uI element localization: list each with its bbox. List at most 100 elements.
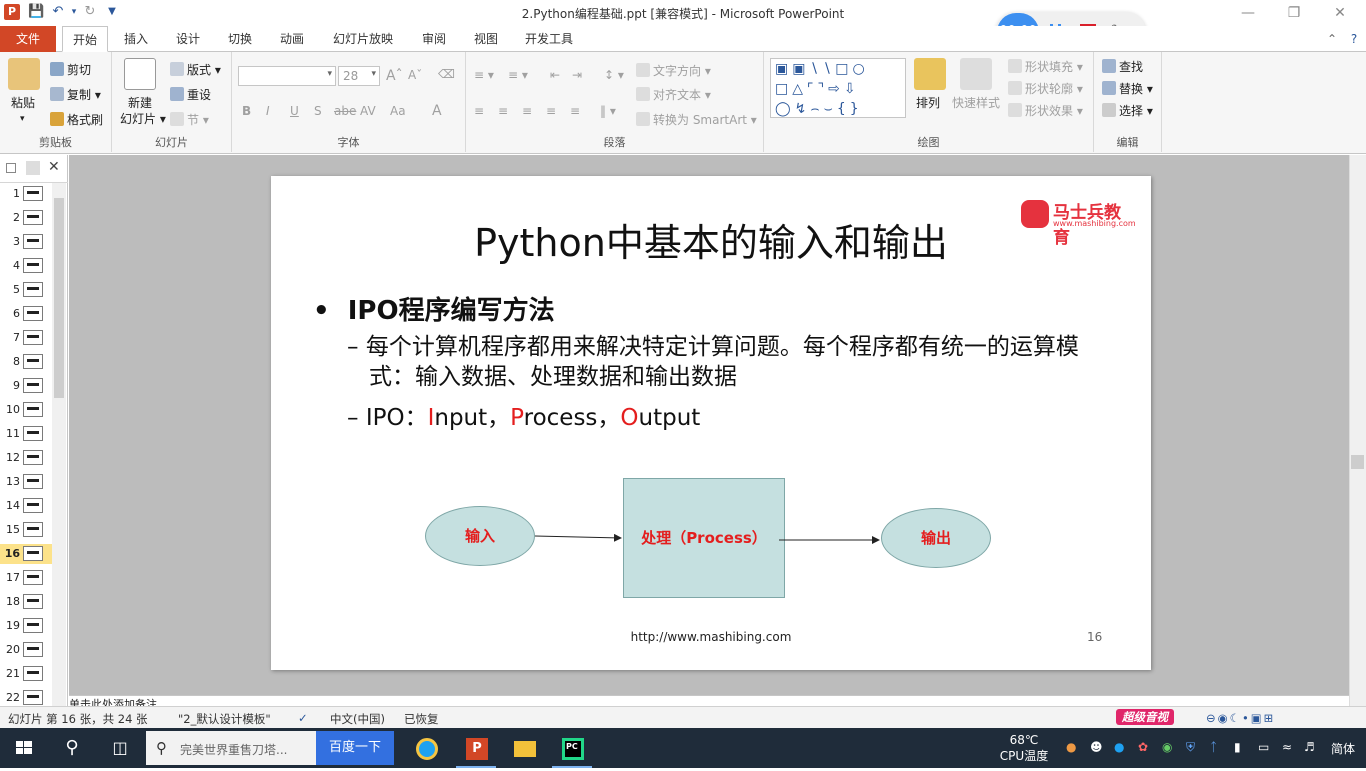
clear-formatting-icon[interactable]: ⌫: [438, 67, 455, 81]
tray-people-icon[interactable]: ☻: [1090, 740, 1104, 754]
arrange-icon[interactable]: [914, 58, 946, 90]
search-icon[interactable]: ⚲: [52, 732, 92, 768]
tab-design[interactable]: 设计: [166, 26, 210, 52]
columns-icon[interactable]: ‖ ▾: [600, 104, 616, 118]
line-spacing-icon[interactable]: ↕ ▾: [604, 68, 624, 82]
theme-status[interactable]: "2_默认设计模板": [178, 711, 271, 727]
pycharm-icon[interactable]: PC: [552, 732, 592, 768]
slide-thumbnail[interactable]: 7: [0, 328, 52, 348]
browser-app-icon[interactable]: [406, 732, 446, 768]
close-button[interactable]: ✕: [1320, 3, 1360, 23]
tab-transitions[interactable]: 切换: [218, 26, 262, 52]
slide-thumbnail[interactable]: 11: [0, 424, 52, 444]
slide-thumbnail[interactable]: 21: [0, 664, 52, 684]
file-explorer-icon[interactable]: [504, 732, 544, 768]
shape-fill-button[interactable]: 形状填充 ▾: [1008, 58, 1083, 75]
outline-tab-icon[interactable]: [26, 161, 40, 175]
new-slide-icon[interactable]: [124, 58, 156, 90]
slide-thumbnail[interactable]: 10: [0, 400, 52, 420]
notes-pane[interactable]: 单击此处添加备注: [69, 695, 1349, 706]
paste-button[interactable]: 粘贴: [11, 94, 35, 111]
slide-thumbnail[interactable]: 19: [0, 616, 52, 636]
reset-button[interactable]: 重设: [170, 86, 211, 103]
slide-thumbnail[interactable]: 6: [0, 304, 52, 324]
text-direction-button[interactable]: 文字方向 ▾: [636, 62, 711, 79]
slide[interactable]: Python中基本的输入和输出 马士兵教育 www.mashibing.com …: [271, 176, 1151, 670]
select-button[interactable]: 选择 ▾: [1102, 102, 1153, 119]
close-pane-icon[interactable]: ✕: [48, 159, 60, 175]
security-shield-icon[interactable]: ⛨: [1186, 740, 1200, 754]
decrease-indent-icon[interactable]: ⇤: [550, 68, 560, 82]
slide-thumbnail[interactable]: 2: [0, 208, 52, 228]
input-method-indicator[interactable]: 简体: [1331, 740, 1355, 757]
thumbnail-scrollbar[interactable]: [52, 183, 66, 706]
cut-button[interactable]: 剪切: [50, 61, 91, 78]
align-right-icon[interactable]: ≡: [522, 104, 532, 118]
language-status[interactable]: 中文(中国): [330, 711, 385, 727]
tab-insert[interactable]: 插入: [114, 26, 158, 52]
distribute-icon[interactable]: ≡: [570, 104, 580, 118]
font-family-select[interactable]: ▾: [238, 66, 336, 86]
volume-icon[interactable]: ♬: [1304, 740, 1318, 754]
canvas-scrollbar-thumb[interactable]: [1351, 455, 1364, 469]
slide-thumbnail[interactable]: 12: [0, 448, 52, 468]
promo-badge[interactable]: 超级音视: [1116, 709, 1174, 725]
tray-app-icon-2[interactable]: ●: [1114, 740, 1128, 754]
shapes-gallery[interactable]: ▣▣∖∖□○ □△⌜⌝⇨⇩ ◯↯⌢⌣{}: [770, 58, 906, 118]
slide-thumbnail[interactable]: 3: [0, 232, 52, 252]
bold-button[interactable]: B: [242, 104, 251, 118]
tab-file[interactable]: 文件: [0, 26, 56, 52]
thumbnail-scrollbar-thumb[interactable]: [54, 198, 64, 398]
new-slide-dropdown[interactable]: 幻灯片 ▾: [120, 110, 166, 127]
tray-app-icon-3[interactable]: ✿: [1138, 740, 1152, 754]
bullets-icon[interactable]: ≡ ▾: [474, 68, 494, 82]
shrink-font-icon[interactable]: Aˇ: [408, 68, 422, 82]
slide-thumbnail[interactable]: 8: [0, 352, 52, 372]
quick-styles-button[interactable]: 快速样式: [952, 94, 1000, 111]
battery-icon[interactable]: ▭: [1258, 740, 1272, 754]
bluetooth-icon[interactable]: ᛏ: [1210, 740, 1224, 754]
wifi-icon[interactable]: ≈: [1282, 740, 1296, 754]
slide-thumbnail[interactable]: 18: [0, 592, 52, 612]
format-painter-button[interactable]: 格式刷: [50, 111, 103, 128]
microphone-icon[interactable]: ▮: [1234, 740, 1248, 754]
taskbar-search-box[interactable]: ⚲ 完美世界重售刀塔...: [146, 731, 316, 765]
strikethrough-button[interactable]: abe: [334, 104, 356, 118]
paste-icon[interactable]: [8, 58, 40, 90]
tab-animations[interactable]: 动画: [270, 26, 314, 52]
replace-button[interactable]: 替换 ▾: [1102, 80, 1153, 97]
shape-outline-button[interactable]: 形状轮廓 ▾: [1008, 80, 1083, 97]
character-spacing-button[interactable]: AV: [360, 104, 376, 118]
align-left-icon[interactable]: ≡: [474, 104, 484, 118]
tab-developer[interactable]: 开发工具: [516, 26, 582, 52]
find-button[interactable]: 查找: [1102, 58, 1143, 75]
tab-review[interactable]: 审阅: [412, 26, 456, 52]
paste-dropdown-icon[interactable]: ▾: [20, 114, 25, 124]
italic-button[interactable]: I: [266, 104, 270, 118]
slide-thumbnail[interactable]: 20: [0, 640, 52, 660]
tab-home[interactable]: 开始: [62, 26, 108, 52]
justify-icon[interactable]: ≡: [546, 104, 556, 118]
underline-button[interactable]: U: [290, 104, 299, 118]
task-view-icon[interactable]: ◫: [100, 732, 140, 768]
section-button[interactable]: 节 ▾: [170, 111, 209, 128]
slide-thumbnail[interactable]: 13: [0, 472, 52, 492]
tray-app-icon-1[interactable]: ●: [1066, 740, 1080, 754]
tab-view[interactable]: 视图: [464, 26, 508, 52]
change-case-button[interactable]: Aa: [390, 104, 406, 118]
baidu-search-button[interactable]: 百度一下: [316, 731, 394, 765]
powerpoint-taskbar-icon[interactable]: P: [456, 732, 496, 768]
slide-thumbnail[interactable]: 1: [0, 184, 52, 204]
increase-indent-icon[interactable]: ⇥: [572, 68, 582, 82]
grow-font-icon[interactable]: Aˆ: [386, 68, 403, 84]
slide-thumbnail[interactable]: 17: [0, 568, 52, 588]
slide-thumbnail[interactable]: 14: [0, 496, 52, 516]
slide-thumbnail[interactable]: 9: [0, 376, 52, 396]
numbering-icon[interactable]: ≡ ▾: [508, 68, 528, 82]
arrange-button[interactable]: 排列: [916, 94, 940, 111]
layout-button[interactable]: 版式 ▾: [170, 61, 221, 78]
spell-check-icon[interactable]: ✓: [298, 711, 308, 725]
smartart-button[interactable]: 转换为 SmartArt ▾: [636, 111, 757, 128]
start-button[interactable]: [0, 728, 48, 768]
zoom-and-view-controls[interactable]: ⊖◉☾•▣⊞: [1206, 711, 1275, 725]
